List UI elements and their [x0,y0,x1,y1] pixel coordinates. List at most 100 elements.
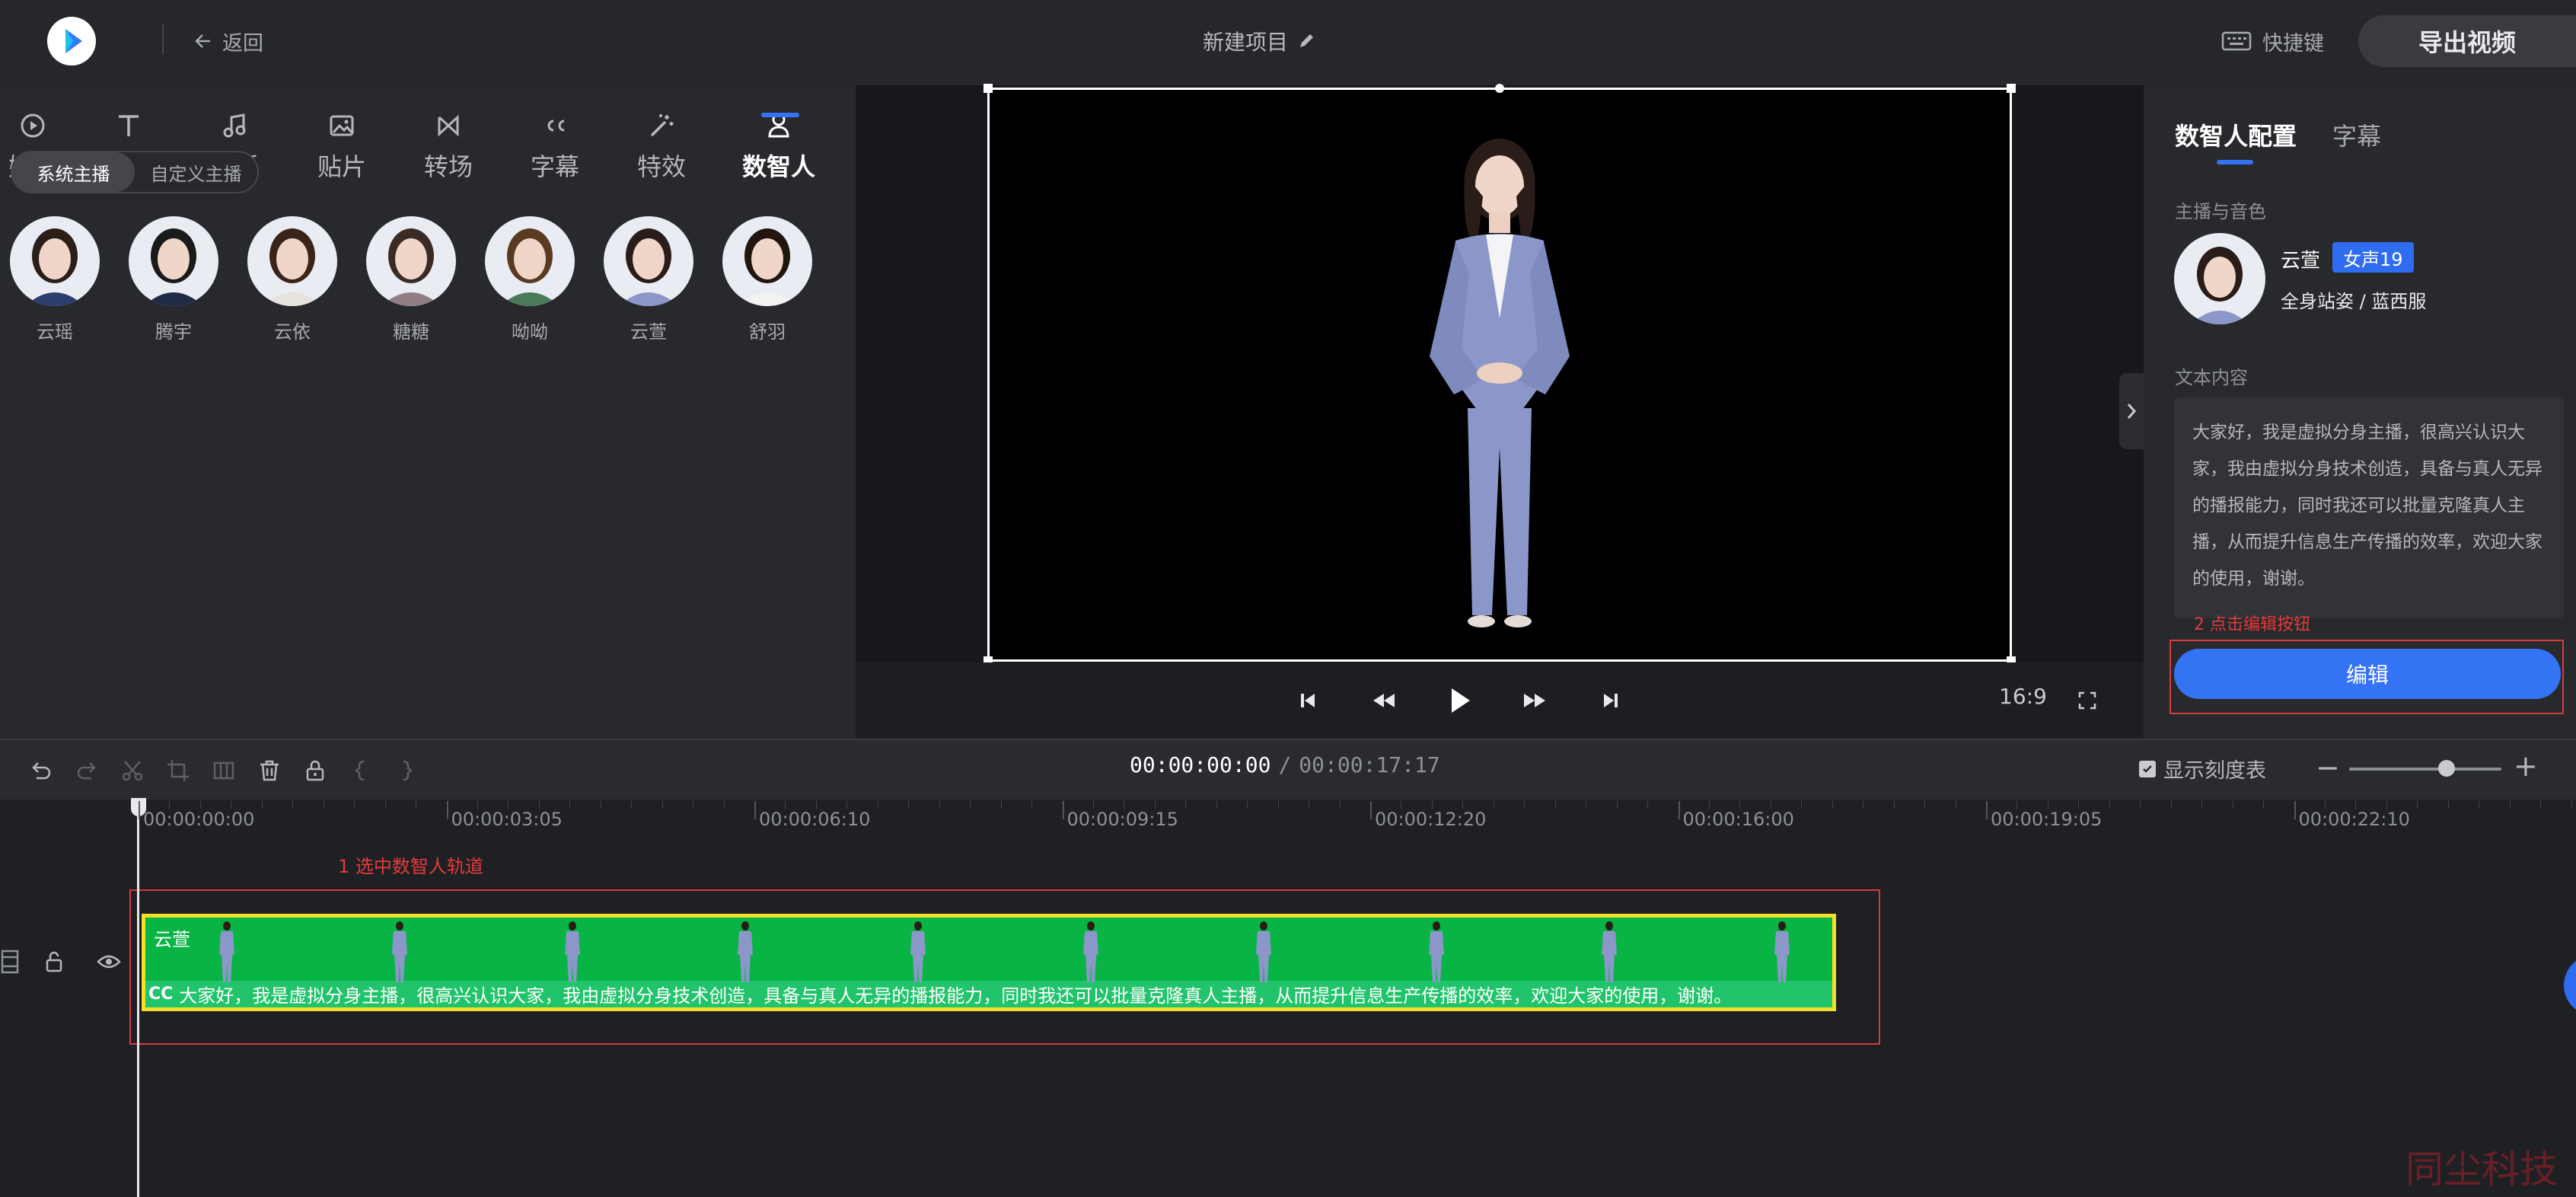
zoom-slider[interactable] [2349,768,2501,771]
tab-effects[interactable]: 特效 [620,111,703,195]
rotate-handle[interactable] [1495,84,1504,93]
ruler-minor-tick [169,801,171,809]
ruler-tick-label: 00:00:03:05 [451,809,563,830]
ruler-minor-tick [1739,801,1741,809]
ruler-minor-tick [1924,801,1926,809]
skip-end-button[interactable] [1594,684,1628,717]
ruler-tick [2294,801,2296,819]
avatar-item[interactable]: 腾宇 [128,216,219,343]
player-controls [856,662,2144,739]
avatar-item[interactable]: 云依 [247,216,338,343]
avatar-item[interactable]: 呦呦 [484,216,575,343]
tab-sticker[interactable]: 贴片 [300,111,384,195]
zoom-slider-handle[interactable] [2438,760,2455,777]
clip-thumbnail [1423,920,1450,985]
ruler-tick-label: 00:00:12:20 [1375,809,1487,830]
ruler-minor-tick [1154,801,1156,809]
zoom-in-button[interactable]: + [2514,749,2538,783]
resize-handle[interactable] [2007,84,2016,93]
clip-thumbnail [904,920,932,985]
panel-collapse-button[interactable] [2119,373,2144,449]
ruler-minor-tick [1647,801,1649,809]
delete-button[interactable] [254,755,285,786]
ruler-tick [1062,801,1064,819]
ruler-minor-tick [477,801,478,809]
system-anchor-option[interactable]: 系统主播 [12,152,135,192]
show-scale-label: 显示刻度表 [2163,759,2266,783]
clip-thumbnail [1250,920,1277,985]
tab-subtitle[interactable]: 字幕 [513,111,597,195]
edit-button[interactable]: 编辑 [2174,649,2561,699]
ruler-minor-tick [1216,801,1217,809]
aspect-ratio-selector[interactable]: 16:9 [1999,684,2047,709]
avatar-name: 云萱 [630,321,667,343]
clip-thumbnail [386,920,413,985]
active-tab-indicator [761,113,799,117]
avatar-item[interactable]: 云萱 [603,216,694,343]
timecode-display: 00:00:00:00 / 00:00:17:17 [1130,752,1440,777]
shortcut-button[interactable]: 快捷键 [2221,23,2324,59]
lock-button[interactable] [300,755,330,786]
redo-icon [77,762,96,780]
ruler-minor-tick [2170,801,2172,809]
ruler-tick-label: 00:00:06:10 [759,809,871,830]
ruler-minor-tick [631,801,633,809]
crop-icon [167,760,189,781]
track-lock-button[interactable] [41,949,67,975]
tab-digital-human-config[interactable]: 数智人配置 [2175,117,2297,152]
avatar-item[interactable]: 舒羽 [722,216,813,343]
ruler-minor-tick [199,801,201,809]
preview-canvas[interactable] [984,84,2016,666]
tab-digital-human[interactable]: 数智人 [737,111,821,195]
ruler-tick [139,801,140,819]
split-button[interactable] [117,755,148,786]
avatar-item[interactable]: 糖糖 [365,216,457,343]
resize-handle[interactable] [984,84,993,93]
ruler-minor-tick [354,801,355,809]
rewind-button[interactable] [1367,684,1401,717]
skip-start-button[interactable] [1291,684,1325,717]
project-title[interactable]: 新建项目 [1203,23,1315,59]
play-button[interactable] [1443,684,1477,717]
back-button[interactable]: 返回 [193,23,263,59]
avatar-name: 云依 [274,321,311,343]
avatar-portrait [722,216,812,306]
app-logo[interactable] [47,17,96,65]
mark-out-button[interactable] [391,755,422,786]
redo-button[interactable] [72,755,102,786]
play-icon [1452,688,1470,713]
arrow-left-icon [195,34,210,48]
zoom-out-button[interactable]: − [2316,751,2340,784]
ruler-minor-tick [2263,801,2265,809]
watermark: 同尘科技 [2405,1148,2558,1192]
freeze-button[interactable] [209,755,239,786]
track-visibility-button[interactable] [96,949,122,975]
shortcut-label: 快捷键 [2262,31,2324,56]
voice-badge[interactable]: 女声19 [2332,242,2414,273]
track-type-icon [0,949,23,975]
crop-button[interactable] [163,755,193,786]
fullscreen-button[interactable] [2071,684,2104,717]
playhead[interactable] [137,800,139,1197]
undo-button[interactable] [26,755,56,786]
clip-thumbnail [213,920,241,985]
custom-anchor-option[interactable]: 自定义主播 [135,152,257,192]
mark-in-button[interactable] [346,755,376,786]
tab-label: 数智人 [741,152,815,181]
ruler-minor-tick [2509,801,2511,809]
ruler-tick-label: 00:00:00:00 [143,809,255,830]
lock-icon [46,951,62,972]
tab-transition[interactable]: 转场 [406,111,490,195]
avatar-portrait [247,216,337,306]
time-separator: / [1278,752,1292,777]
fast-forward-button[interactable] [1518,684,1551,717]
ruler-minor-tick [1031,801,1033,809]
avatar-item[interactable]: 云瑶 [9,216,100,343]
ruler-minor-tick [538,801,540,809]
pencil-icon[interactable] [1297,32,1315,50]
show-scale-checkbox[interactable]: 显示刻度表 [2139,754,2266,784]
script-text-box[interactable]: 大家好，我是虚拟分身主播，很高兴认识大家，我由虚拟分身技术创造，具备与真人无异的… [2174,397,2564,618]
tab-subtitle-config[interactable]: 字幕 [2332,117,2381,152]
export-video-button[interactable]: 导出视频 [2358,15,2576,67]
ruler-minor-tick [2386,801,2387,809]
